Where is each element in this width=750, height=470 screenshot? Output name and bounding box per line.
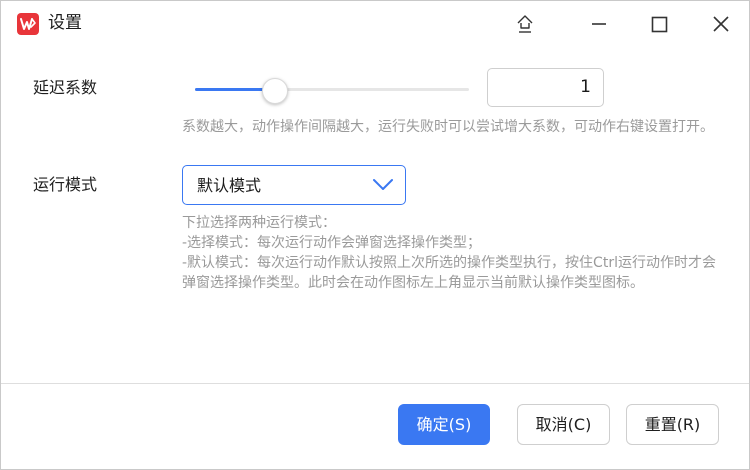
delay-factor-hint: 系数越大，动作操作间隔越大，运行失败时可以尝试增大系数，可动作右键设置打开。: [182, 119, 714, 135]
window-title: 设置: [48, 13, 82, 33]
close-button[interactable]: [705, 9, 737, 39]
close-icon: [713, 16, 729, 32]
minimize-icon: [592, 23, 606, 25]
run-mode-hint-line: -默认模式：每次运行动作默认按照上次所选的操作类型执行，按住Ctrl运行动作时才…: [182, 255, 716, 291]
title-bar[interactable]: 设置: [1, 1, 749, 47]
delay-factor-input[interactable]: 1: [487, 68, 604, 107]
delay-factor-label: 延迟系数: [33, 78, 98, 97]
pin-button[interactable]: [509, 9, 541, 39]
maximize-button[interactable]: [643, 9, 675, 39]
run-mode-selected: 默认模式: [197, 176, 262, 195]
pin-icon: [517, 15, 533, 33]
cancel-button[interactable]: 取消(C): [517, 404, 610, 445]
reset-button[interactable]: 重置(R): [626, 404, 719, 445]
run-mode-select[interactable]: 默认模式: [182, 165, 406, 205]
slider-thumb[interactable]: [262, 78, 289, 104]
run-mode-label: 运行模式: [33, 175, 98, 194]
maximize-icon: [651, 16, 668, 33]
wps-logo-icon: [17, 13, 39, 35]
ok-button[interactable]: 确定(S): [398, 404, 490, 445]
chevron-down-icon: [373, 179, 393, 190]
delay-factor-slider[interactable]: [195, 78, 469, 104]
run-mode-hint-line: 下拉选择两种运行模式：: [182, 215, 336, 231]
minimize-button[interactable]: [583, 9, 615, 39]
settings-dialog: 设置 延迟系数 1 系数越大，动作操作间隔越大，运行失败时可以尝试增大系数，可动…: [0, 0, 750, 470]
run-mode-hint-line: -选择模式：每次运行动作会弹窗选择操作类型；: [182, 235, 482, 251]
run-mode-hint: 下拉选择两种运行模式： -选择模式：每次运行动作会弹窗选择操作类型； -默认模式…: [182, 213, 722, 293]
footer-divider: [1, 383, 749, 384]
